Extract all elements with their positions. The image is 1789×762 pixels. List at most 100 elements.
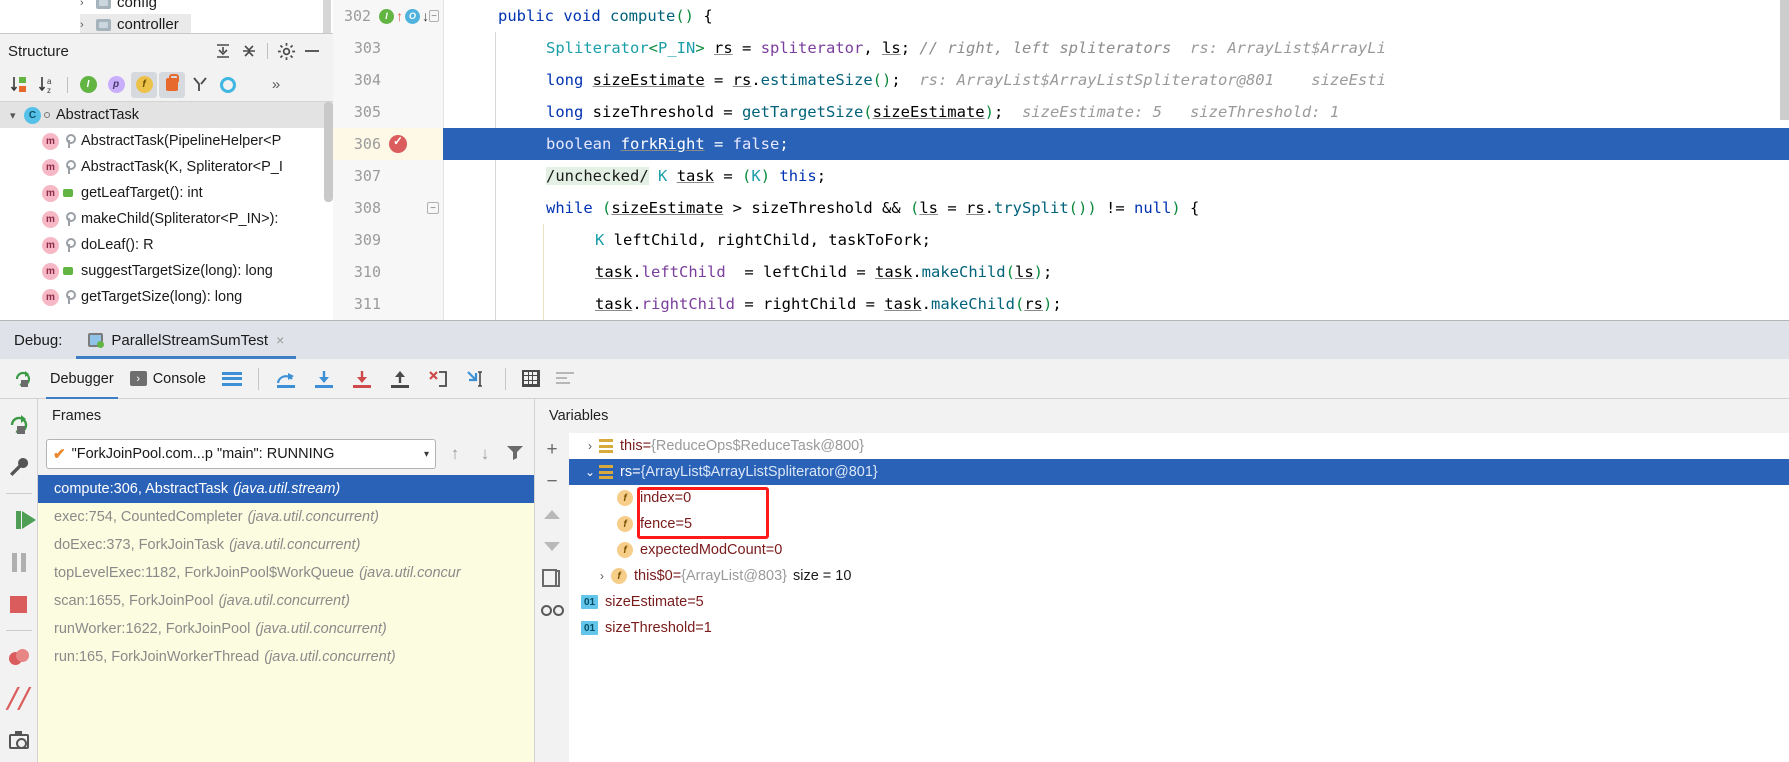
show-non-public-icon[interactable] — [159, 71, 185, 98]
project-tree-item-controller[interactable]: › controller — [80, 14, 191, 35]
show-fields-icon[interactable]: f — [131, 71, 157, 98]
variable-row-sizethreshold[interactable]: 01 sizeThreshold = 1 — [569, 615, 1789, 641]
code-text-area[interactable]: public void compute() { Spliterator<P_IN… — [443, 0, 1789, 320]
code-line-302[interactable]: public void compute() { — [443, 0, 1789, 32]
structure-item-makechild[interactable]: m makeChild(Spliterator<P_IN>): — [0, 206, 333, 232]
frame-row[interactable]: exec:754, CountedCompleter (java.util.co… — [38, 503, 534, 531]
structure-item-suggesttargetsize[interactable]: m suggestTargetSize(long): long — [0, 258, 333, 284]
fold-collapse-icon[interactable]: − — [429, 10, 439, 22]
code-line-305[interactable]: long sizeThreshold = getTargetSize(sizeE… — [443, 96, 1789, 128]
variable-row-this[interactable]: › this = {ReduceOps$ReduceTask@800} — [569, 433, 1789, 459]
show-properties-icon[interactable]: p — [103, 72, 129, 98]
debug-session-tab[interactable]: ParallelStreamSumTest × — [76, 321, 297, 359]
tab-debugger[interactable]: Debugger — [44, 363, 120, 400]
step-over-icon[interactable] — [269, 363, 303, 395]
editor-scrollbar[interactable] — [1780, 0, 1789, 120]
inspect-icon[interactable] — [539, 597, 565, 623]
code-line-310[interactable]: task.leftChild = leftChild = task.makeCh… — [443, 256, 1789, 288]
code-line-309[interactable]: K leftChild, rightChild, taskToFork; — [443, 224, 1789, 256]
filter-icon[interactable] — [504, 444, 526, 465]
step-out-icon[interactable] — [383, 363, 417, 395]
structure-item-constructor-1[interactable]: m AbstractTask(PipelineHelper<P — [0, 128, 333, 154]
pause-program-icon[interactable] — [2, 542, 36, 582]
rerun-icon[interactable] — [6, 363, 40, 395]
structure-scrollbar[interactable] — [324, 102, 333, 202]
variable-row-fence[interactable]: f fence = 5 — [569, 511, 1789, 537]
gutter-line-304[interactable]: 304 — [333, 64, 443, 96]
move-down-icon[interactable] — [539, 533, 565, 559]
structure-item-doleaf[interactable]: m doLeaf(): R — [0, 232, 333, 258]
force-step-into-icon[interactable] — [345, 363, 379, 395]
gutter-line-305[interactable]: 305 — [333, 96, 443, 128]
mute-breakpoints-icon[interactable] — [2, 637, 36, 677]
overriding-method-icon[interactable]: O — [405, 8, 421, 24]
frame-row[interactable]: doExec:373, ForkJoinTask (java.util.conc… — [38, 531, 534, 559]
gutter-line-310[interactable]: 310 — [333, 256, 443, 288]
settings-wrench-icon[interactable] — [2, 447, 36, 487]
variable-row-index[interactable]: f index = 0 — [569, 485, 1789, 511]
structure-tree[interactable]: ▾ C AbstractTask m AbstractTask(Pipeline… — [0, 102, 333, 320]
show-anonymous-icon[interactable] — [187, 72, 213, 98]
view-breakpoints-icon[interactable]: ╱╱ — [2, 679, 36, 719]
rerun-icon[interactable] — [2, 405, 36, 445]
evaluate-expression-icon[interactable] — [516, 363, 546, 395]
fold-collapse-icon[interactable]: − — [427, 202, 439, 214]
frame-down-icon[interactable]: ↓ — [474, 444, 496, 464]
frame-row[interactable]: scan:1655, ForkJoinPool (java.util.concu… — [38, 587, 534, 615]
breakpoint-verified-icon[interactable] — [389, 134, 407, 153]
structure-item-getleaftarget[interactable]: m getLeafTarget(): int — [0, 180, 333, 206]
chevron-down-icon[interactable]: ⌄ — [581, 465, 599, 479]
step-into-icon[interactable] — [307, 363, 341, 395]
close-icon[interactable]: × — [276, 332, 284, 348]
chevron-down-icon[interactable]: ▾ — [424, 449, 429, 460]
run-to-cursor-icon[interactable] — [459, 363, 495, 395]
gutter-line-306[interactable]: 306 — [333, 128, 443, 160]
gutter-icons[interactable] — [385, 134, 443, 153]
remove-watch-icon[interactable]: − — [539, 469, 565, 495]
drop-frame-icon[interactable] — [421, 363, 455, 395]
variable-row-sizeestimate[interactable]: 01 sizeEstimate = 5 — [569, 589, 1789, 615]
structure-item-abstracttask[interactable]: ▾ C AbstractTask — [0, 102, 333, 128]
frame-row[interactable]: compute:306, AbstractTask (java.util.str… — [38, 475, 534, 503]
gutter-line-307[interactable]: 307 — [333, 160, 443, 192]
gutter-icons[interactable]: I ↑ O ↓ — [375, 8, 429, 24]
variable-row-rs[interactable]: ⌄ rs = {ArrayList$ArrayListSpliterator@8… — [569, 459, 1789, 485]
resume-program-icon[interactable] — [2, 500, 36, 540]
variables-tree[interactable]: › this = {ReduceOps$ReduceTask@800} ⌄ rs… — [569, 433, 1789, 762]
more-icon[interactable]: » — [263, 72, 289, 98]
editor-gutter[interactable]: 302 I ↑ O ↓ − 303 304 305 306 ✓ 307 308 … — [333, 0, 443, 320]
frame-row[interactable]: topLevelExec:1182, ForkJoinPool$WorkQueu… — [38, 559, 534, 587]
frame-row[interactable]: runWorker:1622, ForkJoinPool (java.util.… — [38, 615, 534, 643]
project-tree-item-config[interactable]: › config — [80, 0, 157, 13]
screenshot-icon[interactable] — [2, 721, 36, 761]
project-tree-scrollbar[interactable] — [323, 0, 331, 36]
stop-icon[interactable] — [2, 584, 36, 624]
code-line-311[interactable]: task.rightChild = rightChild = task.make… — [443, 288, 1789, 320]
code-line-306-current[interactable]: boolean forkRight = false; — [443, 128, 1789, 160]
sort-by-visibility-icon[interactable] — [6, 72, 32, 98]
structure-item-constructor-2[interactable]: m AbstractTask(K, Spliterator<P_I — [0, 154, 333, 180]
collapse-all-icon[interactable] — [236, 39, 262, 63]
layout-settings-icon[interactable] — [216, 363, 248, 395]
structure-item-gettargetsize[interactable]: m getTargetSize(long): long — [0, 284, 333, 310]
variable-row-expectedmodcount[interactable]: f expectedModCount = 0 — [569, 537, 1789, 563]
implementing-method-icon[interactable]: I — [379, 8, 395, 24]
sort-values-icon[interactable] — [550, 363, 580, 395]
code-line-307[interactable]: /unchecked/ K task = (K) this; — [443, 160, 1789, 192]
show-interfaces-icon[interactable] — [215, 72, 241, 98]
add-watch-icon[interactable]: + — [539, 437, 565, 463]
move-up-icon[interactable] — [539, 501, 565, 527]
frame-up-icon[interactable]: ↑ — [444, 444, 466, 464]
variable-row-this0[interactable]: › f this$0 = {ArrayList@803} size = 10 — [569, 563, 1789, 589]
gutter-line-303[interactable]: 303 — [333, 32, 443, 64]
code-line-304[interactable]: long sizeEstimate = rs.estimateSize(); r… — [443, 64, 1789, 96]
settings-gear-icon[interactable] — [273, 39, 299, 63]
code-editor[interactable]: 302 I ↑ O ↓ − 303 304 305 306 ✓ 307 308 … — [333, 0, 1789, 320]
expand-all-icon[interactable] — [210, 39, 236, 63]
copy-icon[interactable] — [539, 565, 565, 591]
chevron-right-icon[interactable]: › — [593, 569, 611, 583]
code-line-303[interactable]: Spliterator<P_IN> rs = spliterator, ls; … — [443, 32, 1789, 64]
frame-row[interactable]: run:165, ForkJoinWorkerThread (java.util… — [38, 643, 534, 671]
sort-alphabetically-icon[interactable]: az — [34, 72, 60, 98]
show-inherited-icon[interactable]: I — [75, 72, 101, 98]
